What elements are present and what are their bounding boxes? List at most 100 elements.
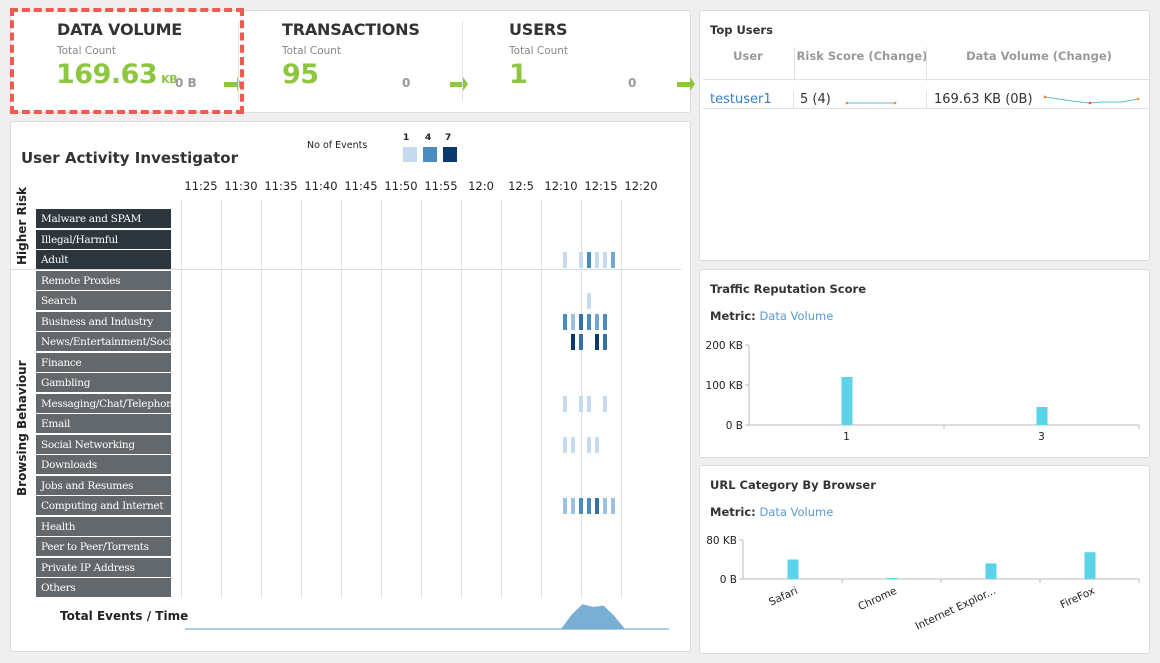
kpi-title: USERS [509, 20, 568, 39]
y-tick-label: 0 B [720, 574, 737, 586]
browser-bar-chart: 0 B 80 KB Safari Chrome Internet Explor... Fi… [706, 535, 1140, 633]
x-tick-label: Chrome [856, 585, 898, 613]
group-label-browsing: Browsing Behaviour [15, 360, 29, 496]
category-row[interactable]: Health [36, 516, 171, 536]
heatmap-cell[interactable] [595, 436, 599, 453]
heatmap-cell[interactable] [571, 334, 575, 350]
time-tick-label: 11:30 [224, 179, 258, 193]
heatmap-cell[interactable] [563, 436, 567, 453]
category-row[interactable]: Remote Proxies [36, 270, 171, 290]
category-row[interactable]: Finance [36, 352, 171, 372]
heatmap-cell[interactable] [587, 252, 591, 268]
heatmap-cell[interactable] [603, 395, 607, 412]
column-header-volume[interactable]: Data Volume (Change) [928, 49, 1150, 63]
heatmap-cell[interactable] [579, 334, 583, 350]
legend-swatch [403, 147, 417, 162]
kpi-users[interactable]: USERS Total Count 1 0 [464, 11, 695, 112]
risk-score: 5 (4) [800, 92, 831, 107]
legend-value: 1 [403, 133, 410, 143]
heatmap-cell[interactable] [587, 436, 591, 453]
heatmap-cell[interactable] [579, 395, 583, 412]
category-row[interactable]: Messaging/Chat/Telephony [36, 393, 171, 413]
heatmap-cell[interactable] [595, 313, 599, 330]
category-row[interactable]: Social Networking [36, 434, 171, 454]
divider [462, 21, 463, 101]
divider [794, 47, 795, 81]
heatmap-cell[interactable] [603, 334, 607, 350]
kpi-change: 0 [628, 76, 637, 90]
category-row[interactable]: News/Entertainment/Society [36, 332, 171, 351]
sparkline-point [845, 101, 849, 105]
kpi-change: 0 [402, 76, 411, 90]
category-row[interactable]: Email [36, 414, 171, 433]
divider [926, 47, 927, 81]
category-row[interactable]: Adult [36, 250, 171, 269]
heatmap-cell[interactable] [571, 436, 575, 453]
heatmap-cell[interactable] [595, 498, 599, 514]
heatmap-cell[interactable] [563, 395, 567, 412]
time-tick-label: 11:50 [384, 179, 418, 193]
sparkline-point [1043, 95, 1047, 99]
heatmap-cell[interactable] [587, 395, 591, 412]
kpi-change: 0 B [175, 76, 197, 90]
total-events-label: Total Events / Time [60, 609, 189, 623]
sparkline-point [893, 101, 897, 105]
bar [886, 578, 898, 579]
category-row[interactable]: Gambling [36, 373, 171, 392]
category-row[interactable]: Computing and Internet [36, 496, 171, 515]
category-row[interactable]: Downloads [36, 455, 171, 474]
heatmap-cell[interactable] [603, 252, 607, 268]
kpi-transactions[interactable]: TRANSACTIONS Total Count 95 0 [238, 11, 468, 112]
heatmap-cell[interactable] [579, 313, 583, 330]
kpi-value: 95 [282, 59, 319, 90]
legend-label: No of Events [307, 140, 368, 151]
trend-arrow-icon [677, 77, 695, 91]
sparkline-line [1044, 96, 1139, 104]
panel-title: Top Users [710, 23, 773, 37]
user-link[interactable]: testuser1 [710, 92, 772, 107]
category-row[interactable]: Search [36, 291, 171, 310]
traffic-reputation-panel: Traffic Reputation Score Metric: Data Vo… [699, 269, 1150, 458]
heatmap-cell[interactable] [563, 498, 567, 514]
category-row[interactable]: Illegal/Harmful [36, 229, 171, 249]
time-tick-label: 12:20 [624, 179, 658, 193]
kpi-data-volume[interactable]: DATA VOLUME Total Count 169.63 KB 0 B [11, 11, 242, 112]
heatmap-cell[interactable] [595, 334, 599, 350]
bar [841, 377, 853, 425]
heatmap-cell[interactable] [579, 252, 583, 268]
heatmap-cell[interactable] [571, 498, 575, 514]
grid-line [421, 200, 422, 598]
legend-swatch [423, 147, 437, 162]
category-row[interactable]: Private IP Address [36, 557, 171, 577]
category-row[interactable]: Malware and SPAM [36, 209, 171, 228]
category-row[interactable]: Business and Industry [36, 311, 171, 331]
x-tick-label: 1 [843, 431, 850, 443]
heatmap-cell[interactable] [587, 313, 591, 330]
heatmap-cell[interactable] [611, 498, 615, 514]
grid-line [221, 200, 222, 598]
user-activity-panel: User Activity Investigator No of Events … [10, 121, 691, 652]
heatmap-cell[interactable] [571, 313, 575, 330]
legend-value: 4 [425, 133, 432, 143]
column-header-risk[interactable]: Risk Score (Change) [796, 49, 928, 63]
category-row[interactable]: Peer to Peer/Torrents [36, 537, 171, 556]
grid-line [181, 200, 182, 598]
divider [703, 108, 1149, 109]
heatmap-cell[interactable] [587, 293, 591, 309]
grid-line [261, 200, 262, 598]
heatmap-cell[interactable] [579, 498, 583, 514]
grid-line [461, 200, 462, 598]
kpi-panel: DATA VOLUME Total Count 169.63 KB 0 B TRA… [10, 10, 695, 113]
grid-line [501, 200, 502, 598]
heatmap-cell[interactable] [611, 252, 615, 268]
heatmap-cell[interactable] [603, 313, 607, 330]
heatmap-cell[interactable] [563, 313, 567, 330]
heatmap-cell[interactable] [563, 252, 567, 268]
heatmap-cell[interactable] [595, 252, 599, 268]
category-row[interactable]: Others [36, 578, 171, 597]
bar [1036, 407, 1048, 425]
heatmap-cell[interactable] [587, 498, 591, 514]
heatmap-cell[interactable] [603, 498, 607, 514]
column-header-user[interactable]: User [700, 49, 796, 63]
category-row[interactable]: Jobs and Resumes [36, 475, 171, 495]
